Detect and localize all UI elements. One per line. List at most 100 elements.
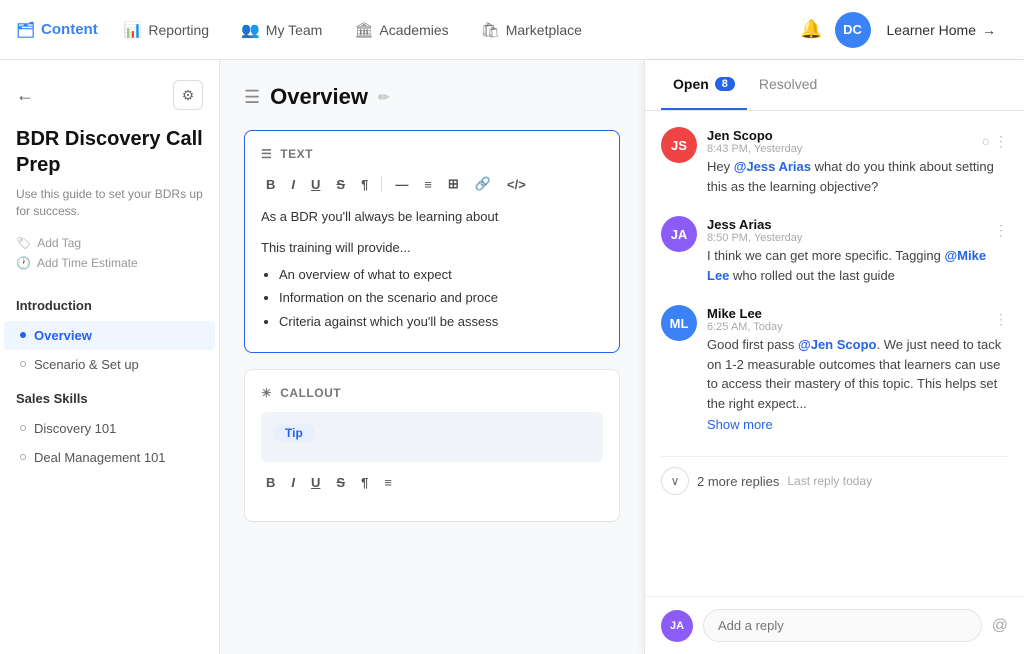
- more-options-button-3[interactable]: ⋮: [994, 311, 1008, 328]
- nav-academies[interactable]: 🏛 Academies: [340, 13, 462, 47]
- callout-type-label: CALLOUT: [280, 386, 341, 400]
- bold-button[interactable]: B: [261, 174, 280, 195]
- emoji-button[interactable]: @: [992, 617, 1008, 635]
- nav-reporting[interactable]: 📊 Reporting: [110, 13, 223, 47]
- inactive-dot: [20, 361, 26, 367]
- jess-arias-body: Jess Arias 8:50 PM, Yesterday ⋮ I think …: [707, 216, 1008, 285]
- learner-home-button[interactable]: Learner Home →: [875, 14, 1009, 46]
- jess-arias-text-before: I think we can get more specific. Taggin…: [707, 248, 945, 263]
- bell-button[interactable]: 🔔: [792, 11, 830, 48]
- sidebar-meta: 🏷 Add Tag 🕐 Add Time Estimate: [0, 236, 219, 276]
- reporting-icon: 📊: [124, 21, 143, 39]
- scenario-label: Scenario & Set up: [34, 357, 139, 372]
- nav-scenario-setup[interactable]: Scenario & Set up: [4, 350, 215, 379]
- callout-bullet-button[interactable]: ≡: [379, 472, 397, 493]
- nav-logo[interactable]: 🗂 Content: [16, 21, 98, 39]
- add-time-estimate-button[interactable]: 🕐 Add Time Estimate: [16, 256, 203, 270]
- italic-button[interactable]: I: [286, 174, 300, 195]
- tip-label: Tip: [273, 424, 315, 442]
- comments-body: JS Jen Scopo 8:43 PM, Yesterday ○ ⋮: [645, 111, 1024, 596]
- text-block-subtext: This training will provide...: [261, 238, 603, 259]
- comments-tabs: Open 8 Resolved: [645, 60, 1024, 111]
- callout-block-header: ☀ CALLOUT: [261, 386, 603, 400]
- jen-scopo-actions: ○ ⋮: [982, 133, 1008, 150]
- text-block: ☰ TEXT B I U S ¶ — ≡ ⊞ 🔗 </> As a BDR yo…: [244, 130, 620, 353]
- comment-jen-scopo: JS Jen Scopo 8:43 PM, Yesterday ○ ⋮: [661, 127, 1008, 196]
- strikethrough-button[interactable]: S: [331, 174, 350, 195]
- avatar-initials: DC: [843, 22, 862, 37]
- mention-jen-scopo: @Jen Scopo: [798, 337, 876, 352]
- jen-scopo-header: Jen Scopo 8:43 PM, Yesterday ○ ⋮: [707, 127, 1008, 155]
- tab-resolved[interactable]: Resolved: [747, 60, 829, 110]
- expand-replies-button[interactable]: ∨: [661, 467, 689, 495]
- underline-button[interactable]: U: [306, 174, 325, 195]
- jen-scopo-text-before: Hey: [707, 159, 734, 174]
- resolve-button[interactable]: ○: [982, 133, 990, 149]
- jess-arias-text: I think we can get more specific. Taggin…: [707, 246, 1008, 285]
- bell-icon: 🔔: [800, 19, 822, 39]
- text-block-header: ☰ TEXT: [261, 147, 603, 161]
- content-header: ☰ Overview ✏: [244, 84, 620, 110]
- callout-content: Tip: [261, 412, 603, 462]
- comments-panel: Open 8 Resolved JS Jen Scopo 8:43 PM, Ye…: [644, 60, 1024, 654]
- show-more-button[interactable]: Show more: [707, 417, 773, 432]
- edit-icon[interactable]: ✏: [378, 89, 390, 106]
- jen-scopo-initials: JS: [671, 138, 687, 153]
- jess-arias-text-after: who rolled out the last guide: [729, 268, 895, 283]
- course-title: BDR Discovery Call Prep: [0, 126, 219, 186]
- back-button[interactable]: ←: [16, 85, 34, 106]
- settings-button[interactable]: ⚙: [173, 80, 203, 110]
- learner-home-arrow-icon: →: [982, 22, 996, 38]
- jess-arias-time: 8:50 PM, Yesterday: [707, 232, 802, 244]
- reply-input[interactable]: [703, 609, 982, 642]
- more-options-button-2[interactable]: ⋮: [994, 222, 1008, 239]
- jess-arias-actions: ⋮: [994, 222, 1008, 239]
- table-button[interactable]: ⊞: [443, 173, 464, 195]
- user-avatar[interactable]: DC: [835, 12, 871, 48]
- content-area: ☰ Overview ✏ ☰ TEXT B I U S ¶ — ≡ ⊞ 🔗 </…: [220, 60, 644, 654]
- inactive-dot-3: [20, 454, 26, 460]
- code-button[interactable]: </>: [502, 174, 531, 195]
- content-icon: 🗂: [16, 21, 35, 39]
- tab-open[interactable]: Open 8: [661, 60, 747, 110]
- add-tag-button[interactable]: 🏷 Add Tag: [16, 236, 203, 250]
- jen-scopo-body: Jen Scopo 8:43 PM, Yesterday ○ ⋮ Hey @Je…: [707, 127, 1008, 196]
- nav-discovery-101[interactable]: Discovery 101: [4, 414, 215, 443]
- callout-italic-button[interactable]: I: [286, 472, 300, 493]
- more-options-button[interactable]: ⋮: [994, 133, 1008, 150]
- nav-overview[interactable]: Overview: [4, 321, 215, 350]
- callout-bold-button[interactable]: B: [261, 472, 280, 493]
- jen-scopo-time: 8:43 PM, Yesterday: [707, 143, 802, 155]
- page-title: Overview: [270, 84, 368, 110]
- callout-strikethrough-button[interactable]: S: [331, 472, 350, 493]
- callout-block: ☀ CALLOUT Tip B I U S ¶ ≡: [244, 369, 620, 522]
- jen-scopo-name: Jen Scopo: [707, 128, 773, 143]
- callout-paragraph-button[interactable]: ¶: [356, 472, 373, 493]
- bullet-list-button[interactable]: ≡: [419, 174, 437, 195]
- mike-lee-text-before: Good first pass: [707, 337, 798, 352]
- nav-deal-management[interactable]: Deal Management 101: [4, 443, 215, 472]
- avatar-jen-scopo: JS: [661, 127, 697, 163]
- jess-arias-initials: JA: [671, 227, 688, 242]
- callout-underline-button[interactable]: U: [306, 472, 325, 493]
- nav-logo-label: Content: [41, 21, 98, 38]
- nav-my-team[interactable]: 👥 My Team: [227, 13, 336, 47]
- gear-icon: ⚙: [182, 87, 195, 104]
- mike-lee-body: Mike Lee 6:25 AM, Today ⋮ Good first pas…: [707, 305, 1008, 432]
- text-block-body: As a BDR you'll always be learning about: [261, 207, 603, 228]
- course-description: Use this guide to set your BDRs up for s…: [0, 186, 219, 236]
- reply-area: JA @: [645, 596, 1024, 654]
- nav-reporting-label: Reporting: [148, 22, 209, 38]
- avatar-jess-arias: JA: [661, 216, 697, 252]
- comment-mike-lee: ML Mike Lee 6:25 AM, Today ⋮ Good first …: [661, 305, 1008, 432]
- link-button[interactable]: 🔗: [470, 173, 496, 195]
- nav-marketplace[interactable]: 🛍 Marketplace: [467, 13, 596, 47]
- main-layout: ← ⚙ BDR Discovery Call Prep Use this gui…: [0, 60, 1024, 654]
- hr-button[interactable]: —: [390, 174, 413, 195]
- nav-my-team-label: My Team: [266, 22, 323, 38]
- paragraph-button[interactable]: ¶: [356, 174, 373, 195]
- more-replies-count: 2 more replies: [697, 474, 779, 489]
- more-replies-time: Last reply today: [787, 474, 872, 488]
- mention-jess-arias: @Jess Arias: [734, 159, 811, 174]
- deal-management-label: Deal Management 101: [34, 450, 166, 465]
